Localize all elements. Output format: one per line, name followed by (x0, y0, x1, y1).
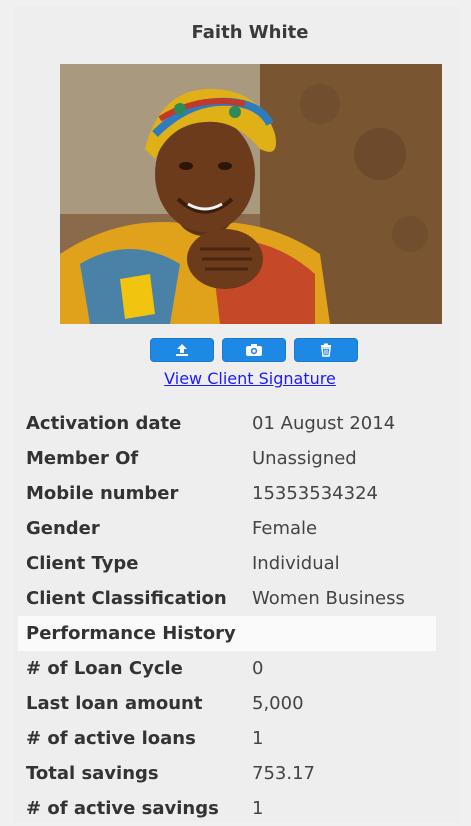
detail-label: Mobile number (26, 483, 179, 504)
performance-row: # of active loans 1 (18, 721, 436, 756)
performance-row: # of Loan Cycle 0 (18, 651, 436, 686)
performance-value: 753.17 (252, 763, 315, 784)
detail-row: Client Type Individual (18, 546, 436, 581)
performance-value: 1 (252, 728, 264, 749)
delete-photo-button[interactable] (294, 338, 358, 362)
detail-value: Unassigned (252, 448, 357, 469)
upload-photo-button[interactable] (150, 338, 214, 362)
detail-value: Female (252, 518, 318, 539)
performance-label: Last loan amount (26, 693, 203, 714)
upload-icon (176, 344, 188, 356)
detail-value: 01 August 2014 (252, 413, 396, 434)
client-name: Faith White (191, 22, 309, 43)
client-photo (60, 64, 442, 324)
detail-label: Gender (26, 518, 100, 539)
detail-label: Client Classification (26, 588, 227, 609)
detail-row: Client Classification Women Business (18, 581, 436, 616)
performance-row: # of active savings 1 (18, 791, 436, 826)
client-photo-image (60, 64, 442, 324)
detail-row: Activation date 01 August 2014 (18, 406, 436, 441)
view-client-signature-link[interactable]: View Client Signature (0, 369, 471, 388)
photo-actions (150, 338, 358, 362)
detail-label: Member Of (26, 448, 139, 469)
detail-label: Activation date (26, 413, 182, 434)
performance-label: # of active loans (26, 728, 196, 749)
detail-value: Women Business (252, 588, 405, 609)
performance-label: Total savings (26, 763, 159, 784)
performance-value: 0 (252, 658, 264, 679)
detail-value: Individual (252, 553, 340, 574)
camera-icon (246, 344, 262, 356)
performance-value: 1 (252, 798, 264, 819)
performance-row: Last loan amount 5,000 (18, 686, 436, 721)
capture-photo-button[interactable] (222, 338, 286, 362)
performance-label: # of active savings (26, 798, 219, 819)
trash-icon (321, 343, 331, 357)
detail-value: 15353534324 (252, 483, 378, 504)
performance-value: 5,000 (252, 693, 304, 714)
detail-label: Client Type (26, 553, 139, 574)
performance-history-header: Performance History (18, 616, 436, 651)
client-details-table: Activation date 01 August 2014 Member Of… (18, 406, 436, 826)
performance-row: Total savings 753.17 (18, 756, 436, 791)
performance-history-title: Performance History (18, 616, 436, 651)
detail-row: Mobile number 15353534324 (18, 476, 436, 511)
performance-label: # of Loan Cycle (26, 658, 183, 679)
detail-row: Gender Female (18, 511, 436, 546)
detail-row: Member Of Unassigned (18, 441, 436, 476)
